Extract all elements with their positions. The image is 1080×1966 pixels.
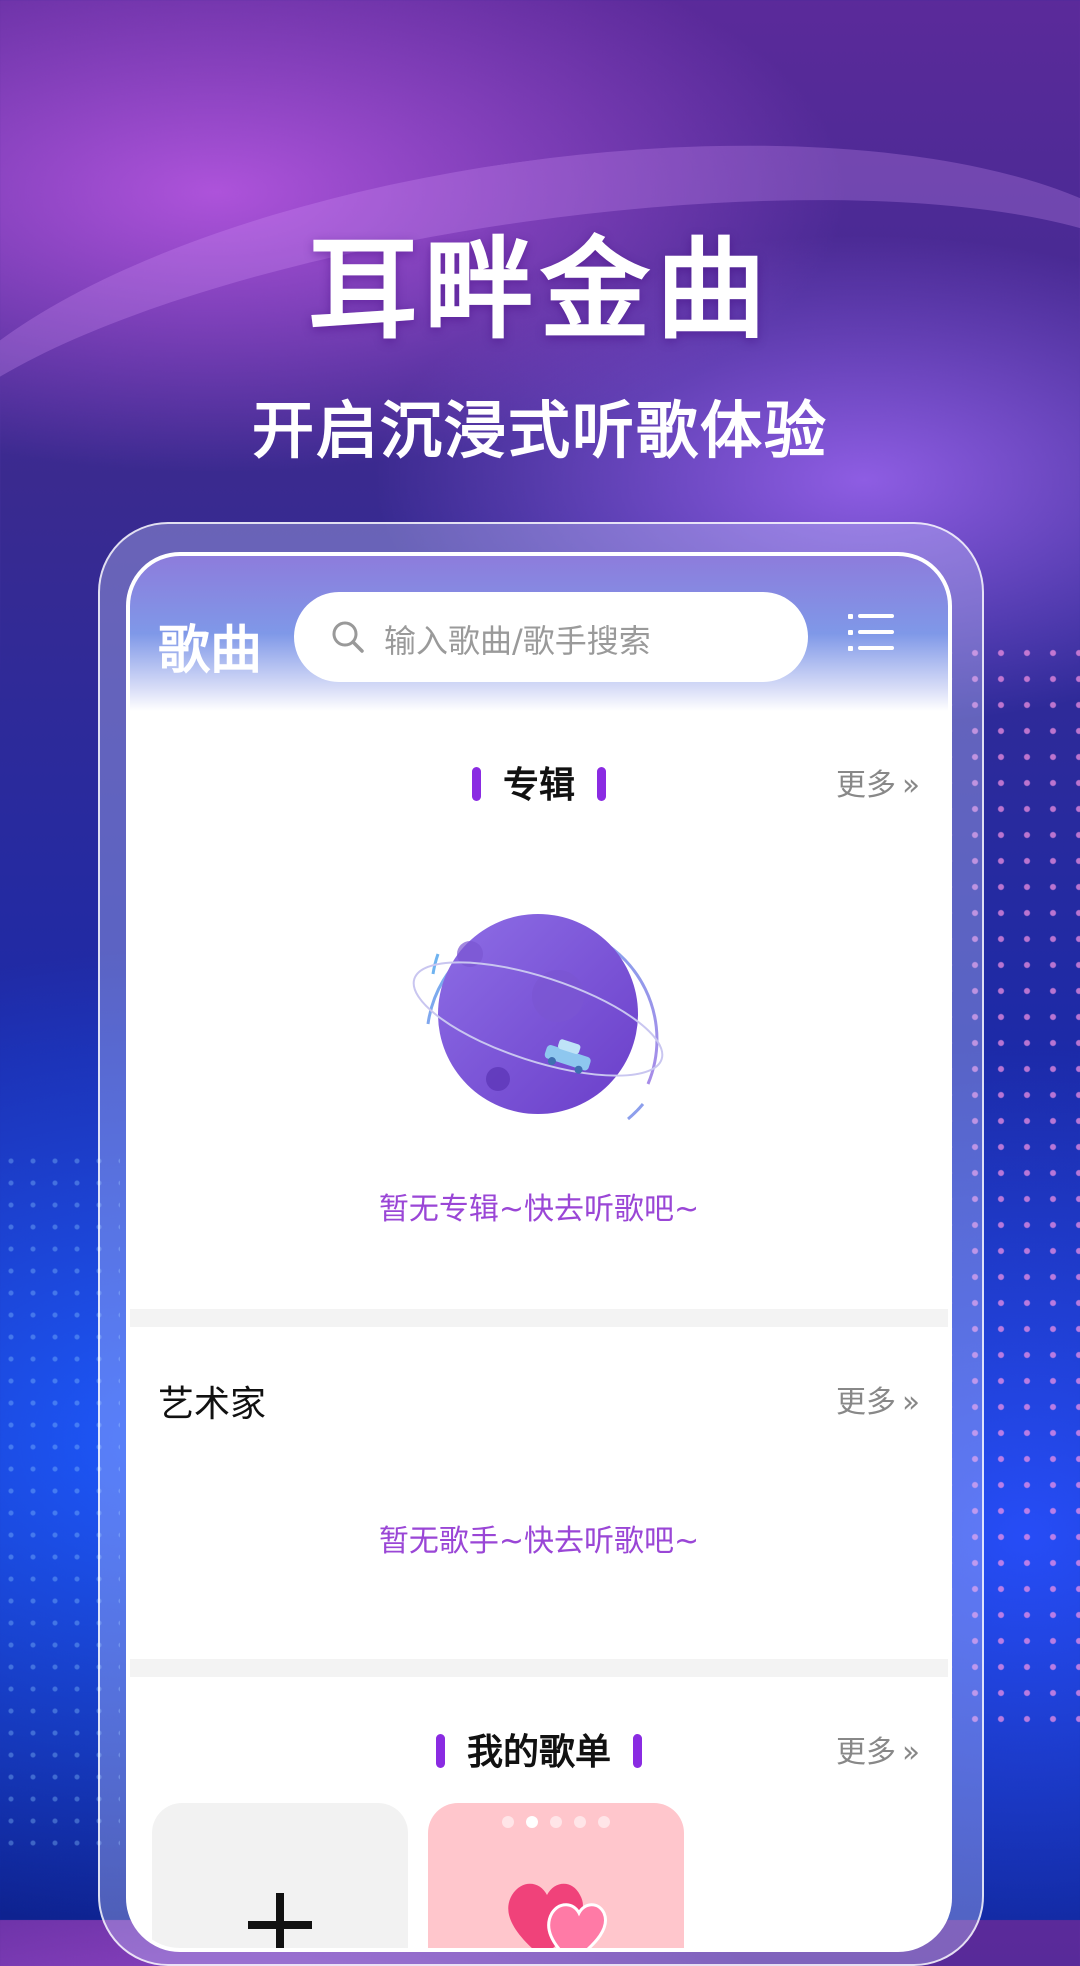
planet-illustration [412,914,664,1121]
section-divider [130,1659,948,1677]
page-dot-active [526,1816,538,1828]
hero-subtitle: 开启沉浸式听歌体验 [251,394,828,467]
search-input[interactable]: 输入歌曲/歌手搜索 [294,592,808,682]
more-label: 更多 [836,1735,896,1770]
artists-title: 艺术家 [158,1384,267,1425]
more-label: 更多 [836,1385,896,1420]
favorites-playlist-card[interactable] [428,1803,684,1948]
search-placeholder: 输入歌曲/歌手搜索 [384,622,651,660]
playlists-title: 我的歌单 [130,1723,948,1775]
title-accent-bar-left [435,1734,445,1768]
page-title: 歌曲 [158,621,263,681]
albums-title: 专辑 [130,756,948,808]
artists-section-header: 艺术家 更多 ›› [130,1369,948,1429]
title-accent-bar-left [471,767,481,801]
plus-icon [248,1893,312,1948]
menu-icon[interactable] [848,610,896,656]
page-dot [550,1816,562,1828]
page-dot [502,1816,514,1828]
hero-title: 耳畔金曲 [308,226,772,354]
page-dots [428,1813,684,1832]
albums-more-link[interactable]: 更多 ›› [836,760,920,804]
more-label: 更多 [836,768,896,803]
chevron-double-right-icon: ›› [902,768,920,803]
title-accent-bar-right [633,1734,642,1768]
albums-section-header: 专辑 更多 ›› [130,752,948,812]
section-divider [130,1309,948,1327]
search-icon [332,621,364,653]
playlists-section-header: 我的歌单 更多 ›› [130,1719,948,1779]
chevron-double-right-icon: ›› [902,1385,920,1420]
playlists-title-text: 我的歌单 [466,1732,611,1773]
chevron-double-right-icon: ›› [902,1735,920,1770]
app-header: 歌曲 输入歌曲/歌手搜索 [130,556,948,711]
albums-title-text: 专辑 [502,765,575,806]
albums-empty-text: 暂无专辑~快去听歌吧~ [378,1192,700,1227]
artists-empty-text: 暂无歌手~快去听歌吧~ [378,1524,700,1559]
create-playlist-card[interactable] [152,1803,408,1948]
artists-more-link[interactable]: 更多 ›› [836,1377,920,1421]
page-dot [598,1816,610,1828]
heart-icon [508,1883,607,1948]
title-accent-bar-right [597,767,606,801]
playlists-more-link[interactable]: 更多 ›› [836,1727,920,1771]
app-screen: 歌曲 输入歌曲/歌手搜索 专辑 更多 ›› 暂无专辑~快去听歌吧~ 艺术家 更多… [126,552,952,1952]
page-dot [574,1816,586,1828]
